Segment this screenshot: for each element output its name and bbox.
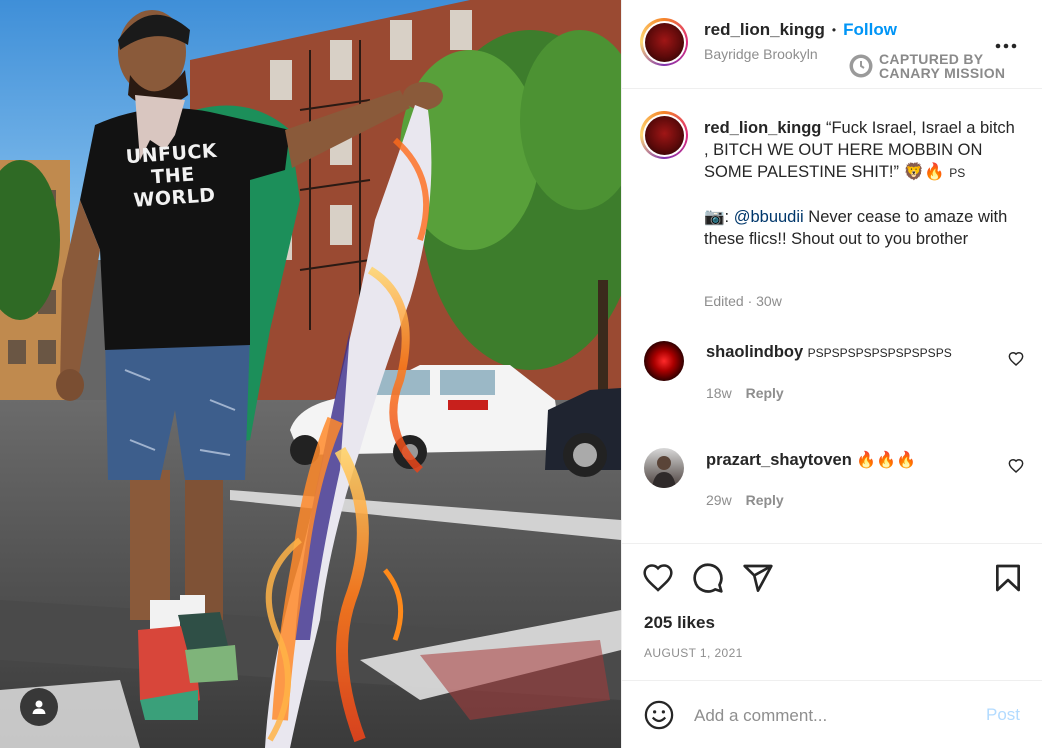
comment-like-icon[interactable] [1008, 351, 1024, 367]
commenter-avatar[interactable] [644, 448, 684, 488]
shirt-print: UNFUCK THE WORLD [116, 139, 230, 213]
watermark-line: CAPTURED BY [879, 51, 984, 67]
post-comment-button[interactable]: Post [986, 705, 1020, 725]
more-horizontal-icon [995, 43, 1017, 49]
instagram-post: UNFUCK THE WORLD red_lion_kingg • Follow… [0, 0, 1042, 748]
send-icon[interactable] [742, 562, 774, 594]
add-comment-bar: Post [622, 680, 1042, 749]
post-caption: red_lion_kingg “Fuck Israel, Israel a bi… [704, 119, 1015, 248]
reply-button[interactable]: Reply [746, 385, 784, 401]
comment-body: prazart_shaytoven 🔥🔥🔥 [706, 450, 916, 470]
author-username[interactable]: red_lion_kingg [704, 20, 825, 40]
comment-text: PSPSPSPSPSPSPSPSPS [807, 346, 952, 360]
comment-input[interactable] [692, 701, 966, 731]
watermark: CAPTURED BY CANARY MISSION [849, 52, 1005, 80]
person-icon [32, 700, 46, 714]
caption-avatar[interactable] [640, 111, 688, 159]
post-date: AUGUST 1, 2021 [644, 646, 743, 660]
comment-like-icon[interactable] [1008, 458, 1024, 474]
avatar-image [652, 456, 676, 488]
caption-username[interactable]: red_lion_kingg [704, 119, 821, 137]
action-bar [622, 543, 1042, 681]
author-avatar[interactable] [640, 18, 688, 66]
follow-button[interactable]: Follow [843, 20, 897, 40]
caption-emojis: 🦁🔥 [903, 163, 945, 181]
post-header: red_lion_kingg • Follow Bayridge Brookyl… [622, 0, 1042, 89]
reply-button[interactable]: Reply [746, 492, 784, 508]
comment-text: 🔥🔥🔥 [856, 452, 917, 469]
avatar-image [644, 115, 684, 155]
commenter-avatar[interactable] [644, 341, 684, 381]
heart-icon[interactable] [642, 562, 674, 594]
photo-scene [0, 0, 621, 748]
more-options-button[interactable] [994, 30, 1018, 56]
comment-body: shaolindboy PSPSPSPSPSPSPSPSPS [706, 343, 952, 362]
mention-link[interactable]: @bbuudii [734, 208, 804, 226]
header-title-row: red_lion_kingg • Follow [704, 20, 897, 40]
comment-username[interactable]: prazart_shaytoven [706, 451, 852, 469]
comment-meta: 18w Reply [706, 385, 784, 401]
separator-dot: • [831, 23, 837, 37]
comment-age: 29w [706, 492, 732, 508]
caption-edited-timestamp: Edited · 30w [704, 293, 782, 309]
comment-icon[interactable] [692, 562, 724, 594]
clock-icon [849, 54, 873, 78]
post-location[interactable]: Bayridge Brookyln [704, 46, 818, 62]
bookmark-icon[interactable] [992, 562, 1024, 594]
camera-emoji: 📷 [704, 208, 725, 226]
comment-age: 18w [706, 385, 732, 401]
caption-ps: PS [949, 166, 966, 180]
avatar-image [644, 22, 684, 62]
comment-username[interactable]: shaolindboy [706, 343, 803, 361]
likes-count[interactable]: 205 likes [644, 613, 715, 633]
post-detail-panel: red_lion_kingg • Follow Bayridge Brookyl… [621, 0, 1042, 748]
tagged-users-button[interactable] [20, 688, 58, 726]
post-photo[interactable]: UNFUCK THE WORLD [0, 0, 621, 748]
smiley-icon[interactable] [644, 700, 674, 730]
watermark-line: CANARY MISSION [879, 65, 1006, 81]
comment-meta: 29w Reply [706, 492, 784, 508]
